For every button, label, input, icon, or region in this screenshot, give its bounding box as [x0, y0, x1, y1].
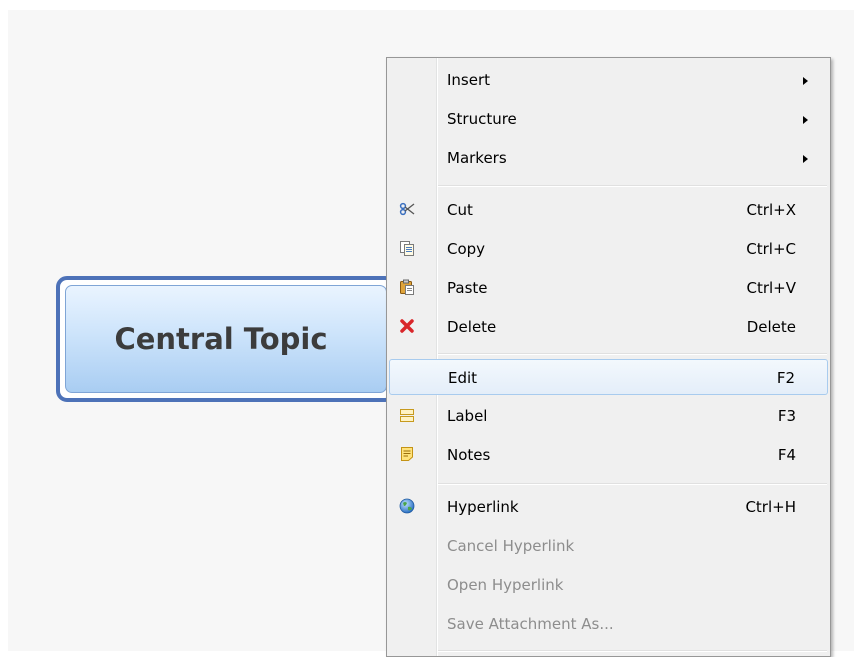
label-icon [399, 407, 415, 423]
menu-item-shortcut: Delete [746, 318, 796, 336]
submenu-arrow-icon [803, 77, 808, 85]
menu-item-hyperlink[interactable]: Hyperlink Ctrl+H [389, 489, 828, 525]
menu-separator [438, 650, 827, 652]
menu-item-label-text: Label [447, 407, 488, 425]
menu-item-label: Edit [448, 369, 478, 387]
menu-item-shortcut: F4 [777, 446, 796, 464]
menu-item-label: Insert [447, 71, 491, 89]
context-menu: Insert Structure Markers Cut Ctrl+X Copy… [386, 57, 831, 657]
menu-item-shortcut: F2 [776, 369, 795, 387]
delete-icon [399, 318, 415, 334]
menu-item-open-hyperlink: Open Hyperlink [389, 567, 828, 603]
menu-item-cut[interactable]: Cut Ctrl+X [389, 192, 828, 228]
menu-item-shortcut: F3 [777, 407, 796, 425]
menu-item-label: Cancel Hyperlink [447, 537, 575, 555]
copy-icon [399, 240, 415, 256]
menu-item-shortcut: Ctrl+X [746, 201, 796, 219]
menu-item-save-attachment: Save Attachment As... [389, 606, 828, 642]
menu-item-label: Cut [447, 201, 473, 219]
menu-item-label[interactable]: Label F3 [389, 398, 828, 434]
menu-item-shortcut: Ctrl+V [746, 279, 796, 297]
menu-item-markers[interactable]: Markers [389, 140, 828, 176]
menu-item-label: Delete [447, 318, 497, 336]
central-topic-box: Central Topic [65, 285, 387, 393]
menu-item-delete[interactable]: Delete Delete [389, 309, 828, 345]
menu-item-label: Open Hyperlink [447, 576, 564, 594]
submenu-arrow-icon [803, 116, 808, 124]
notes-icon [399, 446, 415, 462]
menu-item-label: Paste [447, 279, 488, 297]
menu-separator [438, 185, 827, 187]
menu-item-shortcut: Ctrl+C [746, 240, 796, 258]
menu-item-label: Structure [447, 110, 517, 128]
menu-item-copy[interactable]: Copy Ctrl+C [389, 231, 828, 267]
central-topic[interactable]: Central Topic [56, 276, 396, 402]
menu-item-edit[interactable]: Edit F2 [389, 359, 828, 395]
paste-icon [399, 279, 415, 295]
submenu-arrow-icon [803, 155, 808, 163]
menu-item-paste[interactable]: Paste Ctrl+V [389, 270, 828, 306]
scissors-icon [399, 201, 415, 217]
menu-item-shortcut: Ctrl+H [745, 498, 796, 516]
central-topic-label: Central Topic [114, 322, 328, 356]
menu-item-label: Notes [447, 446, 491, 464]
menu-item-label: Markers [447, 149, 507, 167]
menu-item-notes[interactable]: Notes F4 [389, 437, 828, 473]
menu-item-cancel-hyperlink: Cancel Hyperlink [389, 528, 828, 564]
menu-item-structure[interactable]: Structure [389, 101, 828, 137]
menu-item-label: Save Attachment As... [447, 615, 614, 633]
globe-icon [399, 498, 415, 514]
menu-separator [438, 483, 827, 485]
menu-item-insert[interactable]: Insert [389, 62, 828, 98]
menu-item-label: Hyperlink [447, 498, 519, 516]
menu-item-label: Copy [447, 240, 486, 258]
menu-separator [438, 353, 827, 355]
